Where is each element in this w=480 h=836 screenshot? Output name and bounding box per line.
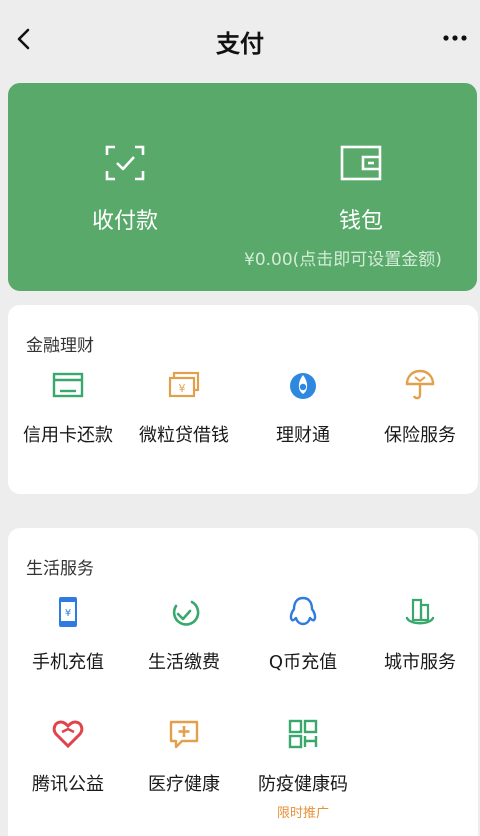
finance-section: 金融理财 信用卡还款 ¥ 微粒贷借钱 理财通 保险服务 — [8, 305, 478, 494]
wallet-card: 收付款 钱包 ¥0.00(点击即可设置金额) — [8, 83, 477, 291]
more-options-icon[interactable] — [440, 30, 470, 46]
service-credit-card-repay[interactable]: 信用卡还款 — [8, 367, 128, 447]
city-icon — [405, 598, 435, 625]
wallet-label: 钱包 — [338, 209, 383, 234]
svg-text:¥: ¥ — [65, 608, 71, 619]
qr-code-icon — [288, 719, 318, 749]
service-label: 腾讯公益 — [32, 774, 104, 795]
service-city-services[interactable]: 城市服务 — [360, 594, 480, 674]
wallet-balance[interactable]: ¥0.00(点击即可设置金额) — [244, 245, 442, 270]
life-section-title: 生活服务 — [26, 559, 94, 579]
medical-icon — [169, 720, 199, 749]
yuan-bill-icon: ¥ — [168, 371, 200, 398]
service-phone-topup[interactable]: ¥ 手机充值 — [8, 594, 128, 674]
service-label: 防疫健康码 — [258, 774, 348, 795]
penguin-icon — [289, 596, 317, 626]
svg-text:¥: ¥ — [179, 382, 186, 395]
credit-card-icon — [52, 372, 84, 398]
service-label: 理财通 — [276, 425, 330, 446]
top-bar: 支付 — [0, 0, 480, 80]
service-label: 城市服务 — [384, 652, 456, 673]
life-services-section: 生活服务 ¥ 手机充值 生活缴费 Q币充值 城市服务 腾讯公益 医疗健康 防疫健… — [8, 528, 478, 836]
wallet-button[interactable]: 钱包 — [298, 143, 424, 235]
service-insurance[interactable]: 保险服务 — [360, 367, 480, 447]
service-qcoin-topup[interactable]: Q币充值 — [243, 594, 363, 674]
umbrella-shield-icon — [405, 369, 435, 400]
receive-pay-label: 收付款 — [91, 209, 158, 234]
finance-section-title: 金融理财 — [26, 336, 94, 356]
page-title: 支付 — [216, 30, 264, 58]
promo-badge: 限时推广 — [276, 806, 329, 821]
service-medical-health[interactable]: 医疗健康 — [124, 716, 244, 796]
wallet-icon — [340, 145, 382, 181]
service-label: 生活缴费 — [148, 652, 220, 673]
phone-icon: ¥ — [59, 597, 77, 627]
receive-pay-button[interactable]: 收付款 — [62, 143, 188, 235]
service-weilidai[interactable]: ¥ 微粒贷借钱 — [124, 367, 244, 447]
service-label: 微粒贷借钱 — [139, 425, 229, 446]
leaf-check-icon — [172, 600, 200, 626]
wealth-drop-icon — [290, 373, 316, 399]
service-licaitong[interactable]: 理财通 — [243, 367, 363, 447]
service-tencent-charity[interactable]: 腾讯公益 — [8, 716, 128, 796]
heart-icon — [52, 720, 84, 749]
service-label: 信用卡还款 — [23, 425, 113, 446]
service-label: 保险服务 — [384, 425, 456, 446]
service-utility-bills[interactable]: 生活缴费 — [124, 594, 244, 674]
service-label: Q币充值 — [268, 652, 338, 673]
scan-check-icon — [105, 145, 145, 181]
service-health-code[interactable]: 防疫健康码 限时推广 — [243, 716, 363, 821]
service-label: 医疗健康 — [148, 774, 220, 795]
service-label: 手机充值 — [32, 652, 104, 673]
